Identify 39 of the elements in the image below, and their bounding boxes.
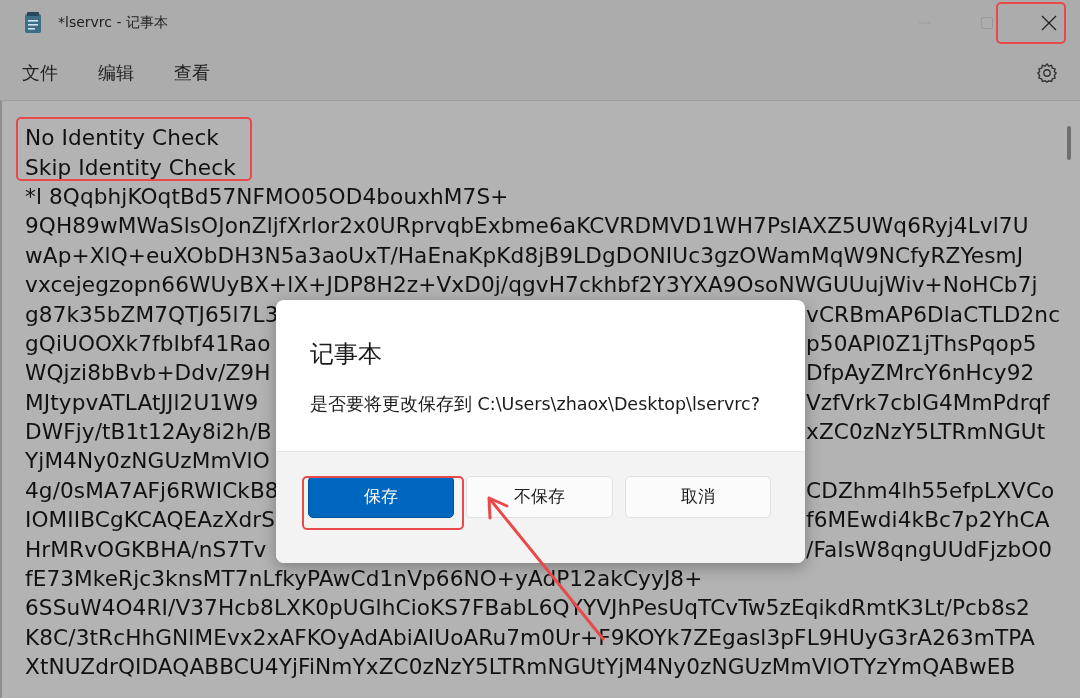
scrollbar-thumb[interactable] (1067, 126, 1071, 160)
text-line: YjM4Ny0zNGUzMmVlO (25, 448, 270, 474)
notepad-icon (24, 12, 42, 34)
text-line: HrMRvOGKBHA/nS7Tv (25, 536, 267, 562)
dialog-title: 记事本 (310, 339, 383, 370)
text-line: 9QH89wMWaSlsOJonZljfXrIor2x0URprvqbExbme6aKCVRDMVD1WH7PsIAXZ5UWq6Ryj4Lvl7U (25, 213, 1029, 239)
window-title: *lservrc - 记事本 (58, 14, 169, 32)
text-line: vxcejegzopn66WUyBX+lX+JDP8H2z+VxD0j/qgvH7ckhbf2Y3YXA9OsoNWGUUujWiv+NoHCb7j (25, 272, 1038, 298)
text-line: MJtypvATLAtJJl2U1W9 (25, 389, 259, 415)
text-line: CDZhm4lh55efpLXVCo (806, 477, 1055, 503)
text-line: 4g/0sMA7AFj6RWICkB8 (25, 477, 279, 503)
close-icon[interactable] (1041, 15, 1057, 31)
highlight-frame (996, 2, 1066, 44)
menu-item[interactable]: 查看 (174, 57, 210, 89)
text-line: p50APl0Z1jThsPqop5 (806, 330, 1037, 356)
text-line: DfpAyZMrcY6nHcy92 (806, 360, 1035, 386)
text-line: VzfVrk7cblG4MmPdrqf (806, 389, 1050, 415)
dialog-button[interactable]: 取消 (624, 475, 771, 518)
dialog-button[interactable]: 不保存 (466, 475, 613, 518)
menu-item[interactable]: 文件 (22, 57, 58, 89)
text-line: K8C/3tRcHhGNlMEvx2xAFKOyAdAbiAIUoARu7m0Ur+F9KOYk7ZEgasl3pFL9HUyG3rA263mTPA (25, 624, 1035, 650)
text-line: No Identity Check (25, 125, 219, 151)
text-line: gQiUOOXk7fbIbf41Rao (25, 330, 271, 356)
text-line: g87k35bZM7QTJ65l7L3 (25, 301, 279, 327)
dialog-button[interactable]: 保存 (308, 475, 455, 518)
dialog-message: 是否要将更改保存到 C:\Users\zhaox\Desktop\lservrc? (310, 393, 761, 416)
text-line: WQjzi8bBvb+Ddv/Z9H (25, 360, 271, 386)
text-line: vCRBmAP6DlaCTLD2nc (806, 301, 1061, 327)
text-line: /FaIsW8qngUUdFjzbO0 (806, 536, 1053, 562)
text-line: wAp+XlQ+euXObDH3N5a3aoUxT/HaEnaKpKd8jB9LDgDONIUc3gzOWamMqW9NCfyRZYesmJ (25, 242, 1024, 268)
text-line: Skip Identity Check (25, 154, 236, 180)
text-line: *l 8QqbhjKOqtBd57NFMO05OD4bouxhM7S+ (25, 183, 509, 209)
text-line: XtNUZdrQIDAQABBCU4YjFiNmYxZC0zNzY5LTRmNGUtYjM4Ny0zNGUzMmVlOTYzYmQABwEB (25, 654, 1016, 680)
text-line: f6MEwdi4kBc7p2YhCA (806, 507, 1050, 533)
text-line: xZC0zNzY5LTRmNGUt (806, 419, 1046, 445)
settings-icon[interactable] (1036, 62, 1058, 84)
text-line: DWFjy/tB1t12Ay8i2h/B (25, 419, 272, 445)
text-line: IOMIIBCgKCAQEAzXdrS (25, 507, 276, 533)
menu-item[interactable]: 编辑 (98, 57, 134, 89)
